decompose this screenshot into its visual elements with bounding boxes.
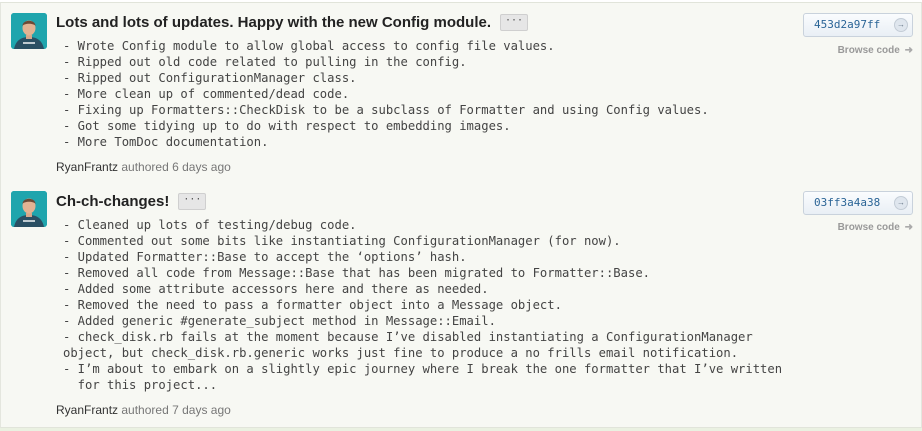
browse-code-label: Browse code <box>837 45 900 56</box>
commit-sha-button[interactable]: 03ff3a4a38 → <box>803 191 913 215</box>
arrow-right-icon: ➜ <box>904 45 913 56</box>
avatar[interactable] <box>11 191 47 227</box>
commit-meta: RyanFrantz authored 7 days ago <box>56 403 231 417</box>
commit-sha: 453d2a97ff <box>814 18 881 31</box>
commit-title[interactable]: Lots and lots of updates. Happy with the… <box>56 14 491 31</box>
commit-title-row: Ch-ch-changes! ··· <box>56 193 207 210</box>
commit-sha-button[interactable]: 453d2a97ff → <box>803 13 913 37</box>
browse-code-label: Browse code <box>837 222 900 233</box>
commit-title-row: Lots and lots of updates. Happy with the… <box>56 14 529 31</box>
authored-label: authored <box>121 403 169 417</box>
expand-description-button[interactable]: ··· <box>178 193 207 210</box>
commit-author-link[interactable]: RyanFrantz <box>56 403 118 417</box>
commit-sha: 03ff3a4a38 <box>814 196 881 209</box>
browse-code-link[interactable]: Browse code ➜ <box>838 45 913 56</box>
commit-list: Lots and lots of updates. Happy with the… <box>0 0 922 431</box>
expand-description-button[interactable]: ··· <box>500 14 529 31</box>
arrow-right-circle-icon: → <box>894 196 908 210</box>
commit-description: - Wrote Config module to allow global ac… <box>63 39 709 149</box>
commit-title[interactable]: Ch-ch-changes! <box>56 193 169 210</box>
avatar[interactable] <box>11 13 47 49</box>
commit-time: 6 days ago <box>172 160 231 174</box>
arrow-right-icon: ➜ <box>904 222 913 233</box>
commit-time: 7 days ago <box>172 403 231 417</box>
commit-item: Lots and lots of updates. Happy with the… <box>0 2 922 184</box>
commit-author-link[interactable]: RyanFrantz <box>56 160 118 174</box>
commit-meta: RyanFrantz authored 6 days ago <box>56 160 231 174</box>
commit-item: Ch-ch-changes! ··· - Cleaned up lots of … <box>0 183 922 428</box>
authored-label: authored <box>121 160 169 174</box>
browse-code-link[interactable]: Browse code ➜ <box>838 222 913 233</box>
commit-description: - Cleaned up lots of testing/debug code.… <box>63 218 783 392</box>
arrow-right-circle-icon: → <box>894 18 908 32</box>
